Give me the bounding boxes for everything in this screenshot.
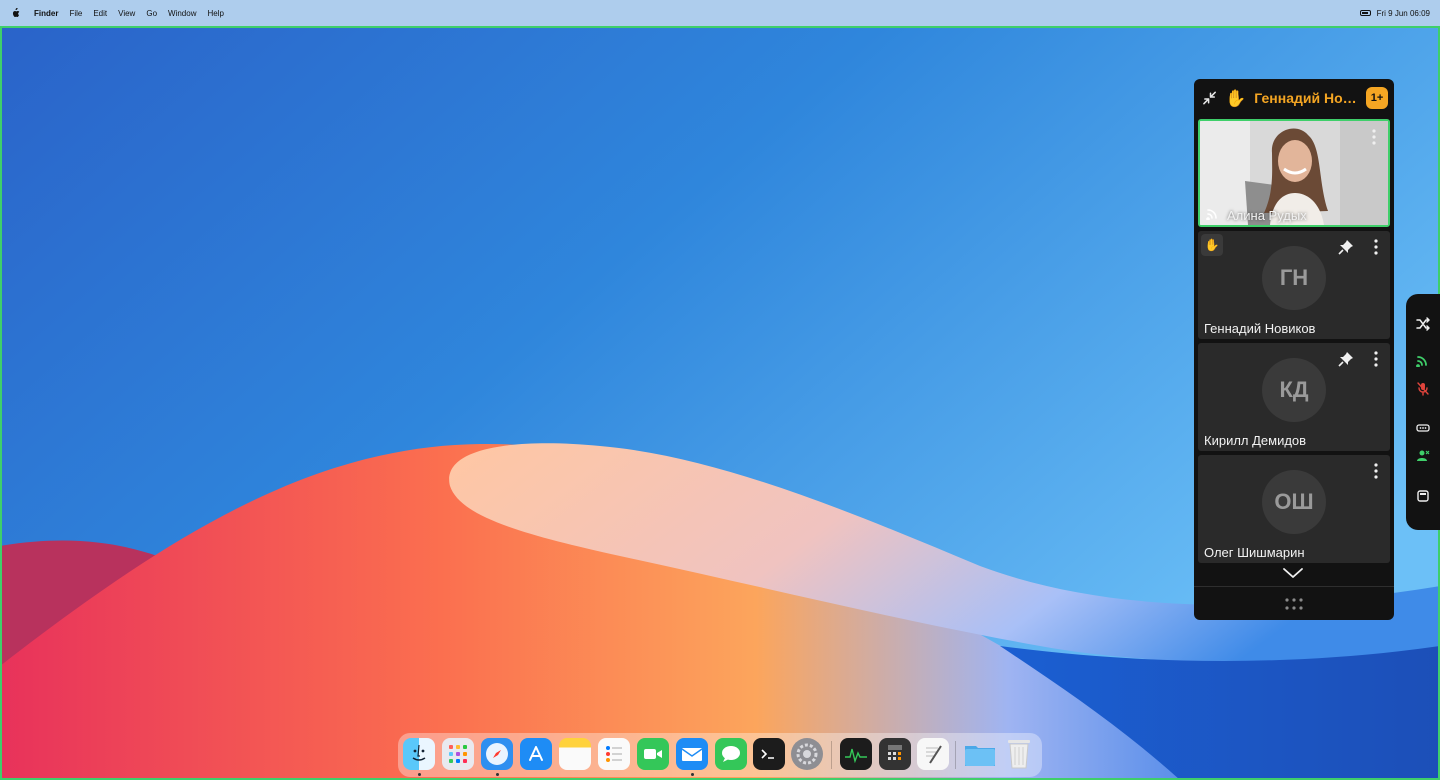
participant-tile[interactable]: ✋ ГН Геннадий Новиков (1198, 231, 1390, 339)
textedit-icon[interactable] (917, 738, 949, 770)
panel-header: ✋ Геннадий Нов... 1+ (1194, 79, 1394, 117)
facetime-icon[interactable] (637, 738, 669, 770)
menu-file[interactable]: File (69, 9, 82, 18)
menu-bar: Finder File Edit View Go Window Help Fri… (0, 0, 1440, 26)
panel-divider (1194, 586, 1394, 587)
running-indicator (418, 773, 421, 776)
more-options-icon[interactable] (1374, 239, 1378, 255)
window-icon[interactable] (1414, 487, 1432, 505)
chevron-down-icon[interactable] (1282, 566, 1304, 580)
captions-icon[interactable] (1414, 419, 1432, 437)
safari-icon[interactable] (481, 738, 513, 770)
apple-icon[interactable] (10, 8, 20, 18)
menu-window[interactable]: Window (168, 9, 196, 18)
menu-view[interactable]: View (118, 9, 135, 18)
shuffle-icon[interactable] (1414, 315, 1432, 333)
cast-icon (1206, 209, 1217, 220)
participant-name: Геннадий Новиков (1204, 321, 1316, 336)
participant-tile[interactable]: КД Кирилл Демидов (1198, 343, 1390, 451)
launchpad-icon[interactable] (442, 738, 474, 770)
participant-name: Олег Шишмарин (1204, 545, 1305, 560)
activity-monitor-icon[interactable] (840, 738, 872, 770)
more-options-icon[interactable] (1374, 351, 1378, 367)
calculator-icon[interactable] (879, 738, 911, 770)
raised-hand-count-badge[interactable]: 1+ (1366, 87, 1388, 109)
call-side-toolbar (1406, 294, 1440, 530)
more-options-icon[interactable] (1372, 129, 1376, 145)
drag-handle-icon[interactable] (1282, 597, 1306, 611)
participant-tile[interactable]: ОШ Олег Шишмарин (1198, 455, 1390, 563)
pin-icon[interactable] (1338, 239, 1354, 255)
more-options-icon[interactable] (1374, 463, 1378, 479)
dock-separator (955, 741, 956, 769)
participant-tile[interactable]: Алина Рудых (1198, 119, 1390, 227)
menu-finder[interactable]: Finder (34, 9, 58, 18)
participants-icon[interactable] (1414, 447, 1432, 465)
finder-icon[interactable] (403, 738, 435, 770)
notes-icon[interactable] (559, 738, 591, 770)
messages-icon[interactable] (715, 738, 747, 770)
terminal-icon[interactable] (753, 738, 785, 770)
participant-name: Алина Рудых (1227, 208, 1307, 223)
battery-icon[interactable] (1359, 10, 1371, 16)
participant-name: Кирилл Демидов (1204, 433, 1307, 448)
dock-separator (831, 741, 832, 769)
reminders-icon[interactable] (598, 738, 630, 770)
avatar: ГН (1262, 246, 1326, 310)
menubar-clock[interactable]: Fri 9 Jun 06:09 (1377, 9, 1430, 18)
raised-hand-participant[interactable]: Геннадий Нов... (1254, 90, 1358, 106)
dock (398, 733, 1042, 777)
app-store-icon[interactable] (520, 738, 552, 770)
collapse-icon[interactable] (1202, 90, 1217, 106)
raised-hand-icon: ✋ (1201, 234, 1223, 256)
mail-icon[interactable] (676, 738, 708, 770)
running-indicator (496, 773, 499, 776)
call-participants-panel: ✋ Геннадий Нов... 1+ Алина Рудых ✋ ГН Ге… (1194, 79, 1394, 620)
cast-icon[interactable] (1414, 351, 1432, 369)
running-indicator (691, 773, 694, 776)
menu-go[interactable]: Go (146, 9, 157, 18)
folder-icon[interactable] (964, 738, 996, 770)
menu-help[interactable]: Help (207, 9, 223, 18)
raised-hand-icon: ✋ (1225, 88, 1247, 108)
avatar: ОШ (1262, 470, 1326, 534)
avatar: КД (1262, 358, 1326, 422)
pin-icon[interactable] (1338, 351, 1354, 367)
system-settings-icon[interactable] (791, 738, 823, 770)
mic-muted-icon[interactable] (1414, 380, 1432, 398)
menu-edit[interactable]: Edit (93, 9, 107, 18)
trash-icon[interactable] (1003, 738, 1035, 770)
